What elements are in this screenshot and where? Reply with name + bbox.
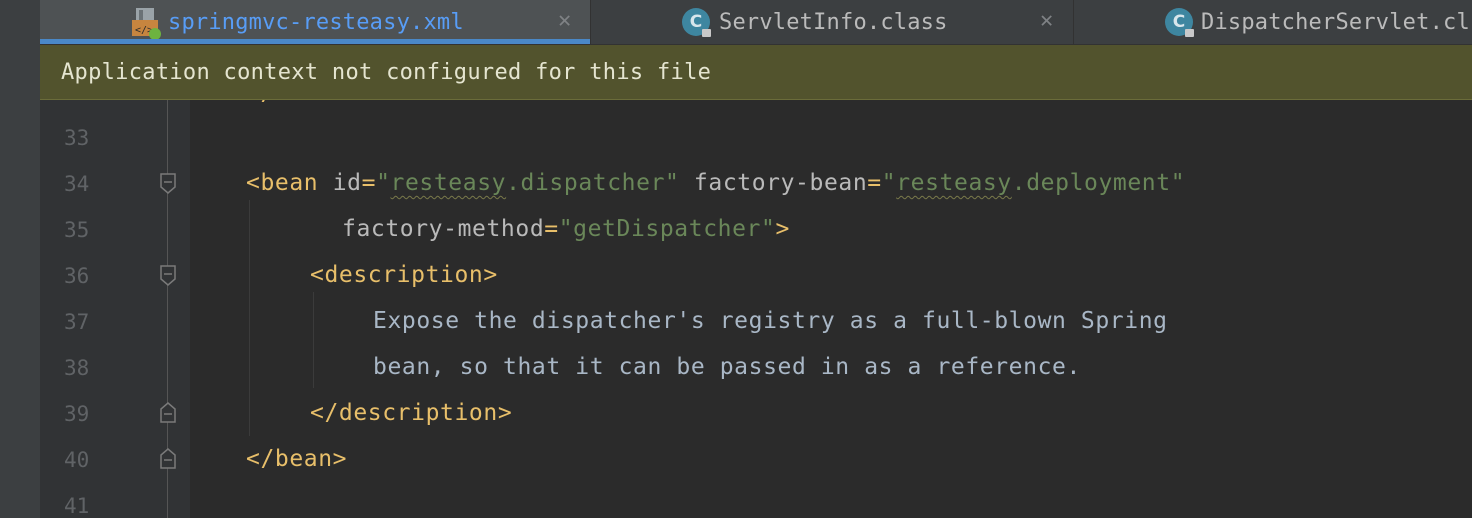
- xml-spring-file-icon: </>: [132, 8, 161, 40]
- code-line-35: factory-method="getDispatcher">: [342, 216, 790, 242]
- indent-guide: [313, 292, 314, 388]
- code-line-partial: */...: [246, 100, 318, 106]
- tab-title: ServletInfo.class: [719, 9, 948, 35]
- editor-tab-bar: </> springmvc-resteasy.xml ✕ C ServletIn…: [40, 0, 1472, 45]
- line-number: 36: [64, 264, 90, 288]
- line-number: 38: [64, 356, 90, 380]
- line-number: 37: [64, 310, 90, 334]
- code-line-36: <description>: [310, 262, 498, 288]
- tool-window-strip: [0, 0, 41, 518]
- close-icon[interactable]: ✕: [558, 10, 571, 32]
- code-line-40: </bean>: [246, 446, 348, 472]
- code-line-39: </description>: [310, 400, 513, 426]
- code-editor[interactable]: */... 33 34 35 36 37 38 39 40 41 <bean i…: [40, 100, 1472, 518]
- banner-text: Application context not configured for t…: [61, 59, 712, 85]
- fold-end-icon[interactable]: [160, 401, 176, 423]
- line-number: 33: [64, 126, 90, 150]
- tab-title: DispatcherServlet.cl: [1201, 9, 1470, 35]
- tab-springmvc-resteasy-xml[interactable]: </> springmvc-resteasy.xml ✕: [40, 0, 591, 44]
- fold-collapse-icon[interactable]: [160, 265, 176, 287]
- line-number: 40: [64, 448, 90, 472]
- line-number: 35: [64, 218, 90, 242]
- close-icon[interactable]: ✕: [1040, 10, 1053, 32]
- tab-servletinfo-class[interactable]: C ServletInfo.class ✕: [591, 0, 1074, 44]
- tab-title: springmvc-resteasy.xml: [168, 9, 464, 35]
- lock-icon: [1185, 29, 1194, 37]
- notification-banner: Application context not configured for t…: [40, 45, 1472, 100]
- indent-guide: [249, 200, 250, 436]
- code-line-38: bean, so that it can be passed in as a r…: [373, 354, 1081, 380]
- code-line-34: <bean id="resteasy.dispatcher" factory-b…: [246, 170, 1186, 196]
- line-number: 41: [64, 494, 90, 518]
- tab-dispatcherservlet-class[interactable]: C DispatcherServlet.cl: [1074, 0, 1472, 44]
- lock-icon: [702, 29, 711, 37]
- fold-collapse-icon[interactable]: [160, 173, 176, 195]
- line-number: 34: [64, 172, 90, 196]
- code-line-37: Expose the dispatcher's registry as a fu…: [373, 308, 1168, 334]
- line-number: 39: [64, 402, 90, 426]
- fold-end-icon[interactable]: [160, 447, 176, 469]
